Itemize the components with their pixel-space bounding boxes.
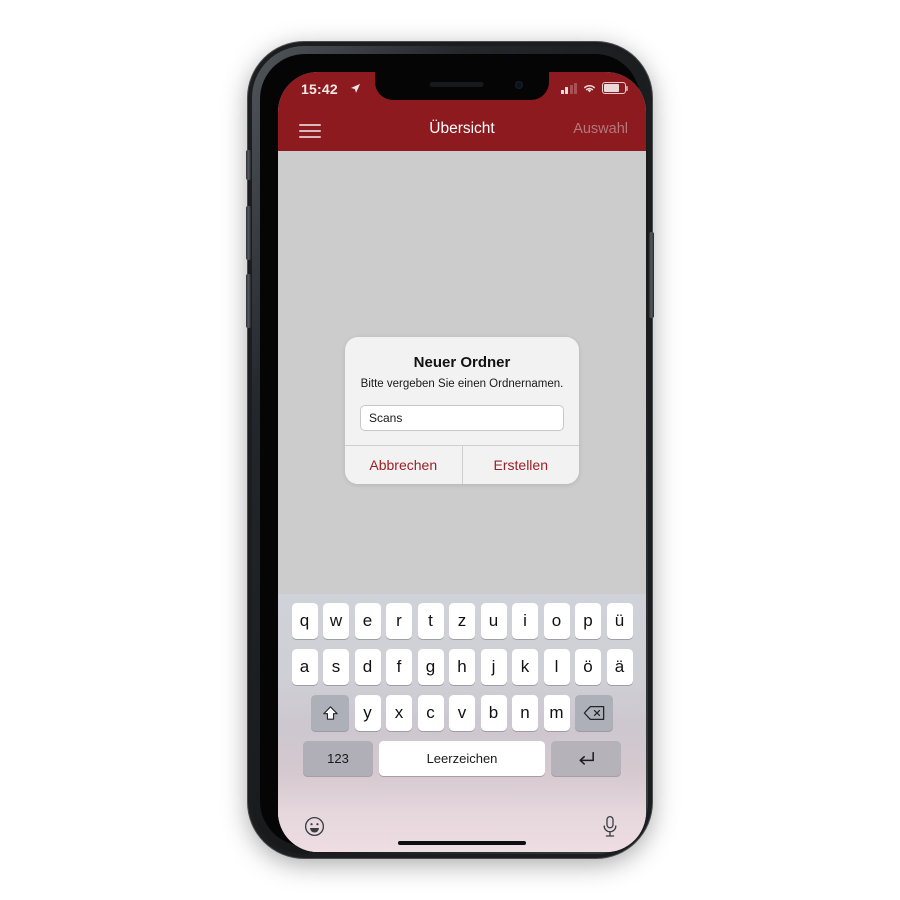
key-p[interactable]: p <box>575 603 601 639</box>
emoji-smiley-icon <box>304 816 325 837</box>
key-t[interactable]: t <box>417 603 444 639</box>
main-content-area: Neuer Ordner Bitte vergeben Sie einen Or… <box>278 151 646 852</box>
dialog-message: Bitte vergeben Sie einen Ordnernamen. <box>360 378 564 390</box>
shift-arrow-icon <box>322 705 338 720</box>
numbers-key[interactable]: 123 <box>303 741 373 776</box>
silent-switch-button[interactable] <box>246 150 251 180</box>
key-j[interactable]: j <box>480 649 507 685</box>
phone-screen-bezel: 15:42 Übersicht Auswahl Neuer Ordner Bit… <box>260 54 646 852</box>
key-d[interactable]: d <box>354 649 381 685</box>
dialog-body: Neuer Ordner Bitte vergeben Sie einen Or… <box>345 337 579 445</box>
key-k[interactable]: k <box>512 649 538 685</box>
navigation-bar: Übersicht Auswahl <box>278 110 646 151</box>
key-q[interactable]: q <box>291 603 318 639</box>
key-o[interactable]: o <box>543 603 570 639</box>
keyboard-row-4: 123 Leerzeichen <box>278 731 646 776</box>
key-w[interactable]: w <box>323 603 349 639</box>
create-button[interactable]: Erstellen <box>461 445 579 484</box>
key-s[interactable]: s <box>323 649 349 685</box>
wifi-icon <box>584 85 595 93</box>
earpiece-speaker <box>429 82 484 87</box>
key-e[interactable]: e <box>354 603 381 639</box>
key-f[interactable]: f <box>386 649 412 685</box>
phone-screen: 15:42 Übersicht Auswahl Neuer Ordner Bit… <box>278 72 646 852</box>
key-uuml[interactable]: ü <box>606 603 633 639</box>
device-notch <box>375 72 549 100</box>
key-z[interactable]: z <box>449 603 475 639</box>
status-bar-time: 15:42 <box>301 81 338 97</box>
screenshot-stage: 15:42 Übersicht Auswahl Neuer Ordner Bit… <box>0 0 900 900</box>
selection-mode-button[interactable]: Auswahl <box>573 121 628 137</box>
home-indicator-bar[interactable] <box>398 840 526 845</box>
key-a[interactable]: a <box>291 649 318 685</box>
shift-key[interactable] <box>311 695 349 731</box>
volume-down-button[interactable] <box>246 274 251 328</box>
key-auml[interactable]: ä <box>606 649 633 685</box>
keyboard-row-2: a s d f g h j k l ö ä <box>278 639 646 685</box>
keyboard-row-1: q w e r t z u i o p ü <box>278 594 646 639</box>
key-v[interactable]: v <box>449 695 475 731</box>
dialog-button-row: Abbrechen Erstellen <box>345 444 579 484</box>
key-m[interactable]: m <box>543 695 570 731</box>
keyboard-row-3: y x c v b n m <box>278 685 646 731</box>
new-folder-dialog: Neuer Ordner Bitte vergeben Sie einen Or… <box>345 337 579 484</box>
front-camera-icon <box>515 81 523 89</box>
key-u[interactable]: u <box>480 603 507 639</box>
key-l[interactable]: l <box>543 649 570 685</box>
dictation-key[interactable] <box>601 815 619 843</box>
location-arrow-icon <box>350 83 361 93</box>
return-key[interactable] <box>551 741 621 776</box>
space-key[interactable]: Leerzeichen <box>379 741 545 776</box>
key-n[interactable]: n <box>512 695 538 731</box>
key-r[interactable]: r <box>386 603 412 639</box>
dialog-title: Neuer Ordner <box>413 354 511 371</box>
power-side-button[interactable] <box>649 232 654 318</box>
key-y[interactable]: y <box>354 695 381 731</box>
folder-name-input[interactable] <box>360 404 564 431</box>
key-h[interactable]: h <box>449 649 475 685</box>
backspace-key[interactable] <box>575 695 613 731</box>
keyboard-bottom-bar <box>278 808 646 852</box>
cellular-signal-icon <box>560 82 577 94</box>
emoji-key[interactable] <box>304 816 325 842</box>
key-b[interactable]: b <box>480 695 507 731</box>
key-ouml[interactable]: ö <box>575 649 601 685</box>
backspace-delete-icon <box>583 705 605 721</box>
microphone-icon <box>603 815 617 837</box>
key-x[interactable]: x <box>386 695 412 731</box>
cancel-button[interactable]: Abbrechen <box>345 445 462 484</box>
battery-icon <box>602 82 629 94</box>
on-screen-keyboard: q w e r t z u i o p ü a s d f g h j k l … <box>278 594 646 852</box>
return-enter-icon <box>579 751 594 765</box>
phone-device-frame: 15:42 Übersicht Auswahl Neuer Ordner Bit… <box>246 42 654 858</box>
status-bar-indicators <box>560 82 629 94</box>
volume-up-button[interactable] <box>246 206 251 260</box>
key-g[interactable]: g <box>417 649 444 685</box>
key-c[interactable]: c <box>417 695 444 731</box>
battery-level-fill <box>604 84 619 92</box>
key-i[interactable]: i <box>512 603 538 639</box>
